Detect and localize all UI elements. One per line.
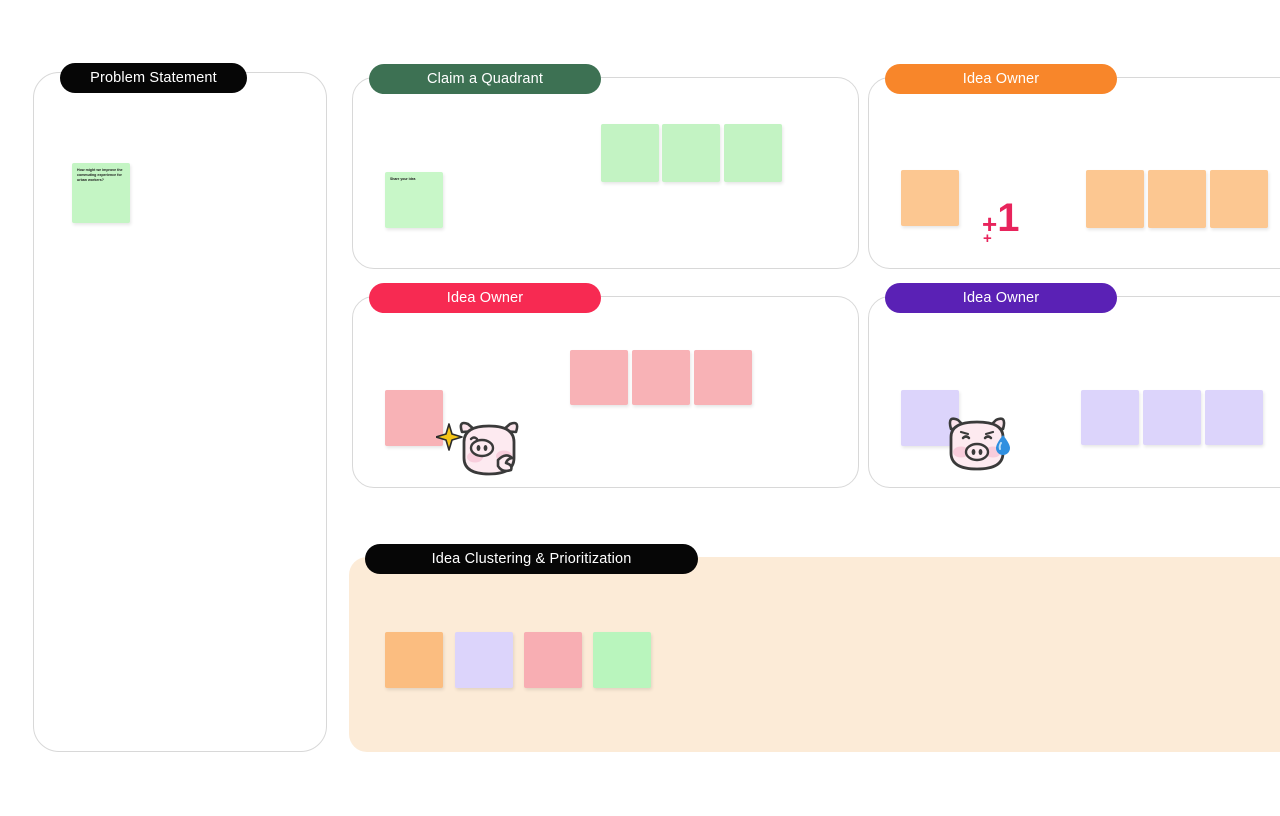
- sticky-note-cluster-orange[interactable]: [385, 632, 443, 688]
- sticky-note-orange-1[interactable]: [1086, 170, 1144, 228]
- sticky-note-prompt-pink[interactable]: [385, 390, 443, 446]
- pig-sparkle-icon: [435, 421, 519, 476]
- sticky-note-text: How might we improve the commuting exper…: [77, 168, 123, 183]
- vote-count: 1: [997, 196, 1019, 240]
- frame-title-idea-clustering[interactable]: Idea Clustering & Prioritization: [365, 544, 698, 574]
- frame-title-label: Idea Clustering & Prioritization: [431, 551, 632, 567]
- sticky-note-orange-2[interactable]: [1148, 170, 1206, 228]
- sticky-note-cluster-green[interactable]: [593, 632, 651, 688]
- pig-sweat-icon: [948, 417, 1010, 471]
- sticky-note-purple-1[interactable]: [1081, 390, 1139, 445]
- sticky-note-cluster-purple[interactable]: [455, 632, 513, 688]
- sticky-note-green-3[interactable]: [724, 124, 782, 182]
- sticky-note-purple-3[interactable]: [1205, 390, 1263, 445]
- sticky-note-prompt-green[interactable]: Share your idea: [385, 172, 443, 228]
- vote-extra-plus-sign: +: [983, 230, 992, 247]
- sticky-note-pink-1[interactable]: [570, 350, 628, 405]
- frame-title-problem-statement[interactable]: Problem Statement: [60, 63, 247, 93]
- sticky-note-pink-3[interactable]: [694, 350, 752, 405]
- sticky-note-text: Share your idea: [390, 177, 416, 181]
- sticky-note-purple-2[interactable]: [1143, 390, 1201, 445]
- sticky-note-green-2[interactable]: [662, 124, 720, 182]
- frame-title-label: Idea Owner: [446, 290, 524, 306]
- frame-title-idea-owner-red[interactable]: Idea Owner: [369, 283, 601, 313]
- whiteboard-canvas[interactable]: Problem Statement How might we improve t…: [0, 0, 1280, 816]
- sticky-note-problem[interactable]: How might we improve the commuting exper…: [72, 163, 130, 223]
- sticky-note-pink-2[interactable]: [632, 350, 690, 405]
- sticky-note-orange-3[interactable]: [1210, 170, 1268, 228]
- frame-title-claim-a-quadrant[interactable]: Claim a Quadrant: [369, 64, 601, 94]
- sticky-note-green-1[interactable]: [601, 124, 659, 182]
- frame-title-label: Idea Owner: [962, 71, 1040, 87]
- sticky-note-cluster-pink[interactable]: [524, 632, 582, 688]
- frame-title-label: Claim a Quadrant: [426, 71, 544, 87]
- frame-title-label: Problem Statement: [90, 70, 217, 86]
- frame-title-idea-owner-purple[interactable]: Idea Owner: [885, 283, 1117, 313]
- frame-title-label: Idea Owner: [962, 290, 1040, 306]
- pig-sweat-sticker[interactable]: [941, 405, 1017, 473]
- sticky-note-prompt-orange[interactable]: [901, 170, 959, 226]
- frame-title-idea-owner-orange[interactable]: Idea Owner: [885, 64, 1117, 94]
- vote-badge-plus-one[interactable]: +1 +: [982, 196, 1019, 246]
- pig-sparkle-sticker[interactable]: [435, 412, 524, 480]
